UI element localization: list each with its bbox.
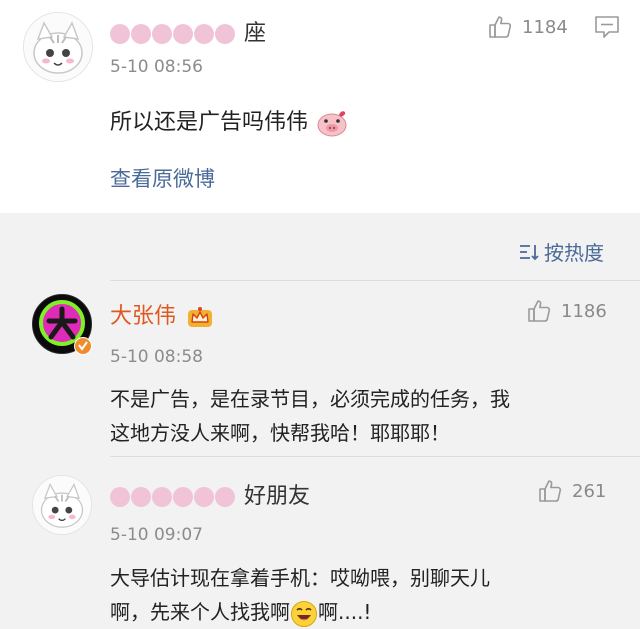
thumbs-up-icon xyxy=(489,16,512,38)
reply-text-part: 啊，先来个人找我啊 xyxy=(110,600,290,624)
reply-text-line: 大导估计现在拿着手机：哎呦喂，别聊天儿 xyxy=(110,566,490,590)
reply-text-line: 不是广告，是在录节目，必须完成的任务，我 xyxy=(110,387,510,411)
timestamp: 5-10 08:56 xyxy=(110,57,203,77)
thumbs-up-icon xyxy=(539,480,562,502)
like-button[interactable]: 1184 xyxy=(487,12,568,42)
username[interactable]: 大张伟 xyxy=(110,298,213,330)
reply-text-line: 啊，先来个人找我啊 啊....! xyxy=(110,595,371,629)
main-comment: 座 5-10 08:56 1184 所以还是广告吗伟伟 查看原微博 xyxy=(0,0,640,213)
username[interactable]: 好朋友 xyxy=(110,478,310,510)
sort-button[interactable]: 按热度 xyxy=(518,237,604,266)
username-text: 好朋友 xyxy=(244,484,311,509)
username[interactable]: 座 xyxy=(110,15,266,47)
sort-icon xyxy=(520,244,539,260)
like-count: 1184 xyxy=(522,16,568,38)
reply-item: 大张伟 5-10 08:58 1186 不是广告，是在录节目，必须完成的任务，我… xyxy=(0,281,640,455)
cat-avatar-icon xyxy=(24,13,92,81)
like-count: 261 xyxy=(572,480,607,502)
comment-icon xyxy=(595,16,619,38)
timestamp: 5-10 08:58 xyxy=(110,347,203,367)
crown-badge-icon xyxy=(188,307,213,327)
like-button[interactable]: 261 xyxy=(537,476,606,506)
blurred-username-part xyxy=(110,21,244,46)
reply-text-line: 这地方没人来啊，快帮我哈！耶耶耶！ xyxy=(110,421,450,445)
sort-label: 按热度 xyxy=(544,241,604,265)
like-count: 1186 xyxy=(561,300,607,322)
timestamp: 5-10 09:07 xyxy=(110,525,203,545)
comment-button[interactable] xyxy=(594,15,620,43)
view-original-link[interactable]: 查看原微博 xyxy=(110,163,215,193)
laughing-emoji xyxy=(291,600,317,627)
reply-text-part: 啊....! xyxy=(318,600,372,624)
cat-avatar-icon xyxy=(33,476,91,534)
comment-text-content: 所以还是广告吗伟伟 xyxy=(110,110,309,135)
comment-text: 所以还是广告吗伟伟 xyxy=(110,106,349,140)
avatar[interactable] xyxy=(23,12,93,82)
pig-emoji xyxy=(317,111,347,137)
verified-badge-icon xyxy=(74,337,92,355)
username-text: 座 xyxy=(244,21,267,46)
username-text: 大张伟 xyxy=(110,304,177,329)
blurred-username-part xyxy=(110,484,244,509)
reply-item: 好朋友 5-10 09:07 261 大导估计现在拿着手机：哎呦喂，别聊天儿 啊… xyxy=(0,457,640,628)
replies-section: 按热度 大张伟 5-10 08:58 1186 不是广告，是在录节目，必须完成的… xyxy=(0,213,640,628)
avatar[interactable] xyxy=(32,475,92,535)
like-button[interactable]: 1186 xyxy=(526,296,607,326)
thumbs-up-icon xyxy=(528,300,551,322)
